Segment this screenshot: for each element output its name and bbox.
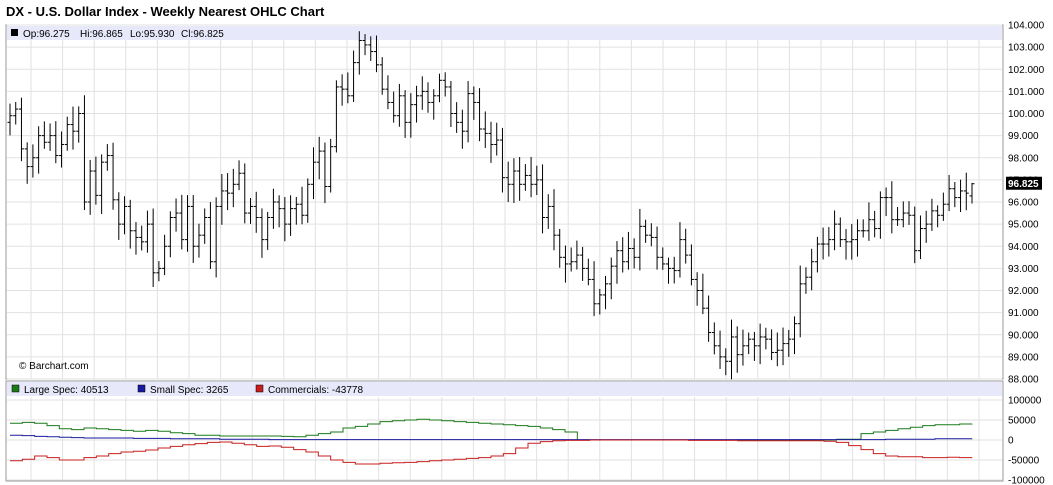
header-close: Cl:96.825 (181, 29, 224, 40)
y-tick-label: 89.000 (1008, 352, 1039, 363)
y-tick-label: 92.000 (1008, 286, 1039, 297)
header-swatch (11, 29, 18, 36)
cot-axis: -100000 -50000 0 50000 100000 (1008, 396, 1045, 485)
y-tick-label: 94.000 (1008, 242, 1039, 253)
price-axis: 88.000 89.000 90.000 91.000 92.000 93.000 94.0… (1008, 21, 1045, 386)
legend-swatch-large-spec (11, 384, 20, 393)
y-tick-label: 104.000 (1008, 21, 1045, 32)
legend-swatch-small-spec (137, 384, 146, 393)
y-tick-label: 98.000 (1008, 153, 1039, 164)
header-high: Hi:96.865 (80, 29, 123, 40)
y-tick-label: 103.000 (1008, 43, 1045, 54)
legend-commercials: Commercials: -43778 (268, 385, 363, 396)
y-tick-label: 99.000 (1008, 131, 1039, 142)
cot-y-tick-label: 50000 (1008, 416, 1036, 427)
cot-y-tick-label: 100000 (1008, 396, 1042, 407)
y-tick-label: 93.000 (1008, 264, 1039, 275)
last-value-label: 96.825 (1008, 179, 1039, 190)
cot-y-tick-label: -100000 (1008, 476, 1045, 485)
y-tick-label: 88.000 (1008, 375, 1039, 386)
legend-swatch-commercials (255, 384, 264, 393)
last-value-box: 96.825 (1006, 176, 1042, 190)
y-tick-label: 95.000 (1008, 220, 1039, 231)
ohlc-chart: 88.000 89.000 90.000 91.000 92.000 93.000 94.0… (5, 21, 1045, 485)
y-tick-label: 102.000 (1008, 65, 1045, 76)
copyright: © Barchart.com (19, 361, 89, 372)
legend-small-spec: Small Spec: 3265 (150, 385, 229, 396)
y-tick-label: 90.000 (1008, 330, 1039, 341)
header-low: Lo:95.930 (130, 29, 175, 40)
cot-y-tick-label: 0 (1008, 436, 1014, 447)
y-tick-label: 91.000 (1008, 308, 1039, 319)
cot-y-tick-label: -50000 (1008, 456, 1040, 467)
y-tick-label: 96.000 (1008, 198, 1039, 209)
y-tick-label: 101.000 (1008, 87, 1045, 98)
header-open: Op:96.275 (23, 29, 70, 40)
legend-large-spec: Large Spec: 40513 (24, 385, 109, 396)
y-tick-label: 100.000 (1008, 109, 1045, 120)
